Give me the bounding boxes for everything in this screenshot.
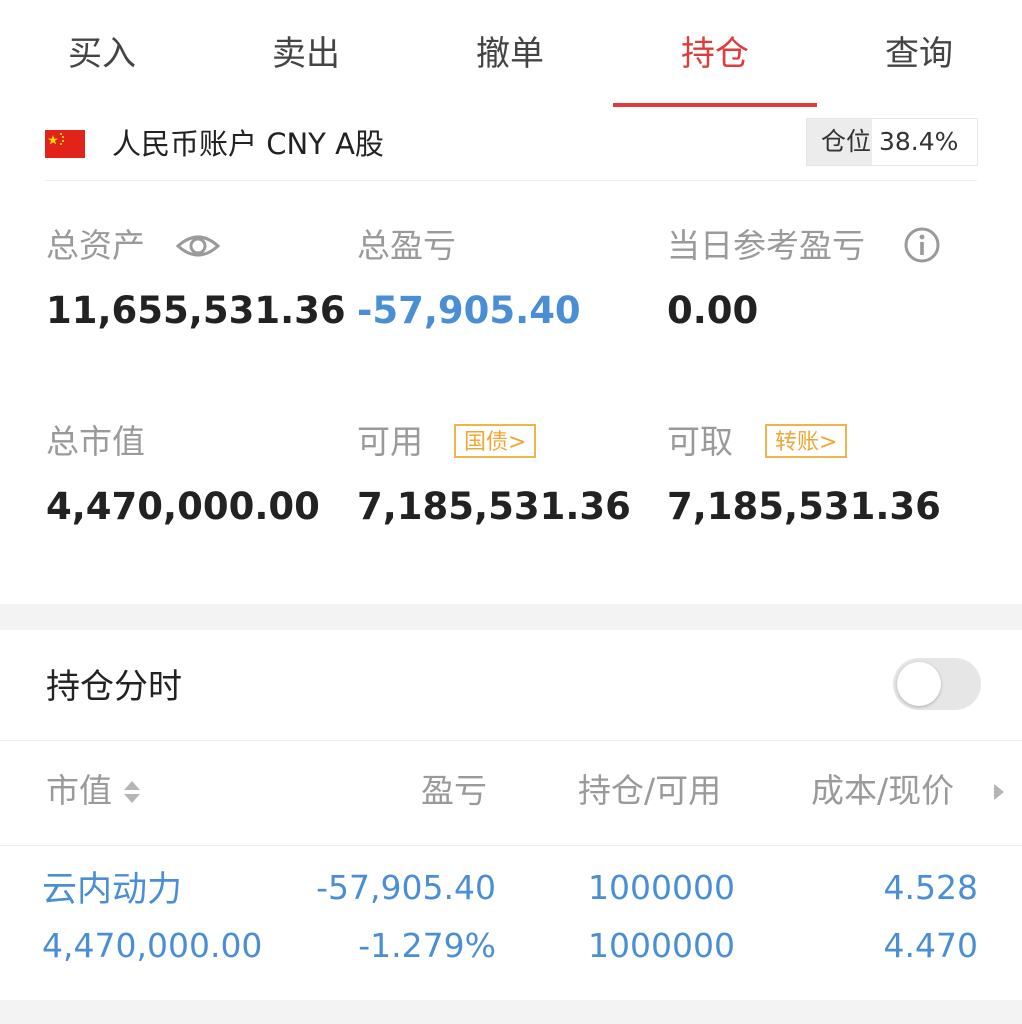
market-value-value: 4,470,000.00 (46, 485, 320, 528)
active-tab-indicator (613, 103, 817, 107)
total-pnl-label: 总盈亏 (357, 226, 456, 265)
section-separator (0, 604, 1022, 630)
stock-price: 4.470 (883, 926, 978, 965)
info-icon[interactable] (903, 226, 941, 268)
stock-available: 1000000 (588, 926, 735, 965)
account-row: 人民币账户 CNY A股 仓位 38.4% (0, 118, 1022, 180)
tab-holdings[interactable]: 持仓 (613, 26, 817, 82)
section-separator (0, 1000, 1022, 1024)
withdrawable-label: 可取 (667, 422, 733, 461)
tab-sell[interactable]: 卖出 (204, 26, 408, 82)
position-ratio-label: 仓位 38.4% (821, 127, 959, 156)
total-assets-label: 总资产 (46, 226, 145, 265)
stock-cost: 4.528 (883, 868, 978, 907)
account-label[interactable]: 人民币账户 CNY A股 (112, 124, 384, 164)
treasury-bond-tag[interactable]: 国债> (454, 424, 537, 458)
available-label: 可用 (357, 422, 423, 461)
tab-cancel-order[interactable]: 撤单 (408, 26, 612, 82)
holding-timeshare-toggle[interactable] (893, 658, 981, 710)
stock-pnl-percent: -1.279% (358, 926, 496, 965)
tab-buy[interactable]: 买入 (0, 26, 204, 82)
toggle-knob (897, 662, 941, 706)
total-pnl-value: -57,905.40 (357, 289, 581, 332)
divider (0, 845, 1022, 846)
market-value-label: 总市值 (46, 422, 145, 461)
available-value: 7,185,531.36 (357, 485, 631, 528)
header-market-value[interactable]: 市值 (46, 768, 112, 814)
top-tab-bar: 买入 卖出 撤单 持仓 查询 (0, 0, 1022, 108)
divider (0, 740, 1022, 741)
stock-name[interactable]: 云内动力 (42, 868, 182, 912)
daily-pnl-value: 0.00 (667, 289, 759, 332)
stock-market-value: 4,470,000.00 (42, 926, 263, 965)
daily-pnl-label: 当日参考盈亏 (667, 226, 865, 265)
holding-timeshare-label: 持仓分时 (46, 667, 182, 707)
position-ratio-badge: 仓位 38.4% (806, 118, 978, 166)
header-cost-price: 成本/现价 (811, 771, 955, 810)
header-position-available: 持仓/可用 (578, 771, 722, 810)
divider (45, 180, 977, 181)
total-assets-value: 11,655,531.36 (46, 289, 346, 332)
stock-pnl: -57,905.40 (316, 868, 496, 907)
sort-icon[interactable] (122, 779, 142, 809)
transfer-tag[interactable]: 转账> (765, 424, 848, 458)
header-pnl: 盈亏 (421, 771, 487, 810)
withdrawable-value: 7,185,531.36 (667, 485, 941, 528)
eye-icon[interactable] (175, 230, 221, 266)
tab-query[interactable]: 查询 (817, 26, 1021, 82)
scroll-right-icon[interactable] (992, 782, 1006, 806)
stock-position: 1000000 (588, 868, 735, 907)
china-flag-icon (45, 130, 85, 158)
